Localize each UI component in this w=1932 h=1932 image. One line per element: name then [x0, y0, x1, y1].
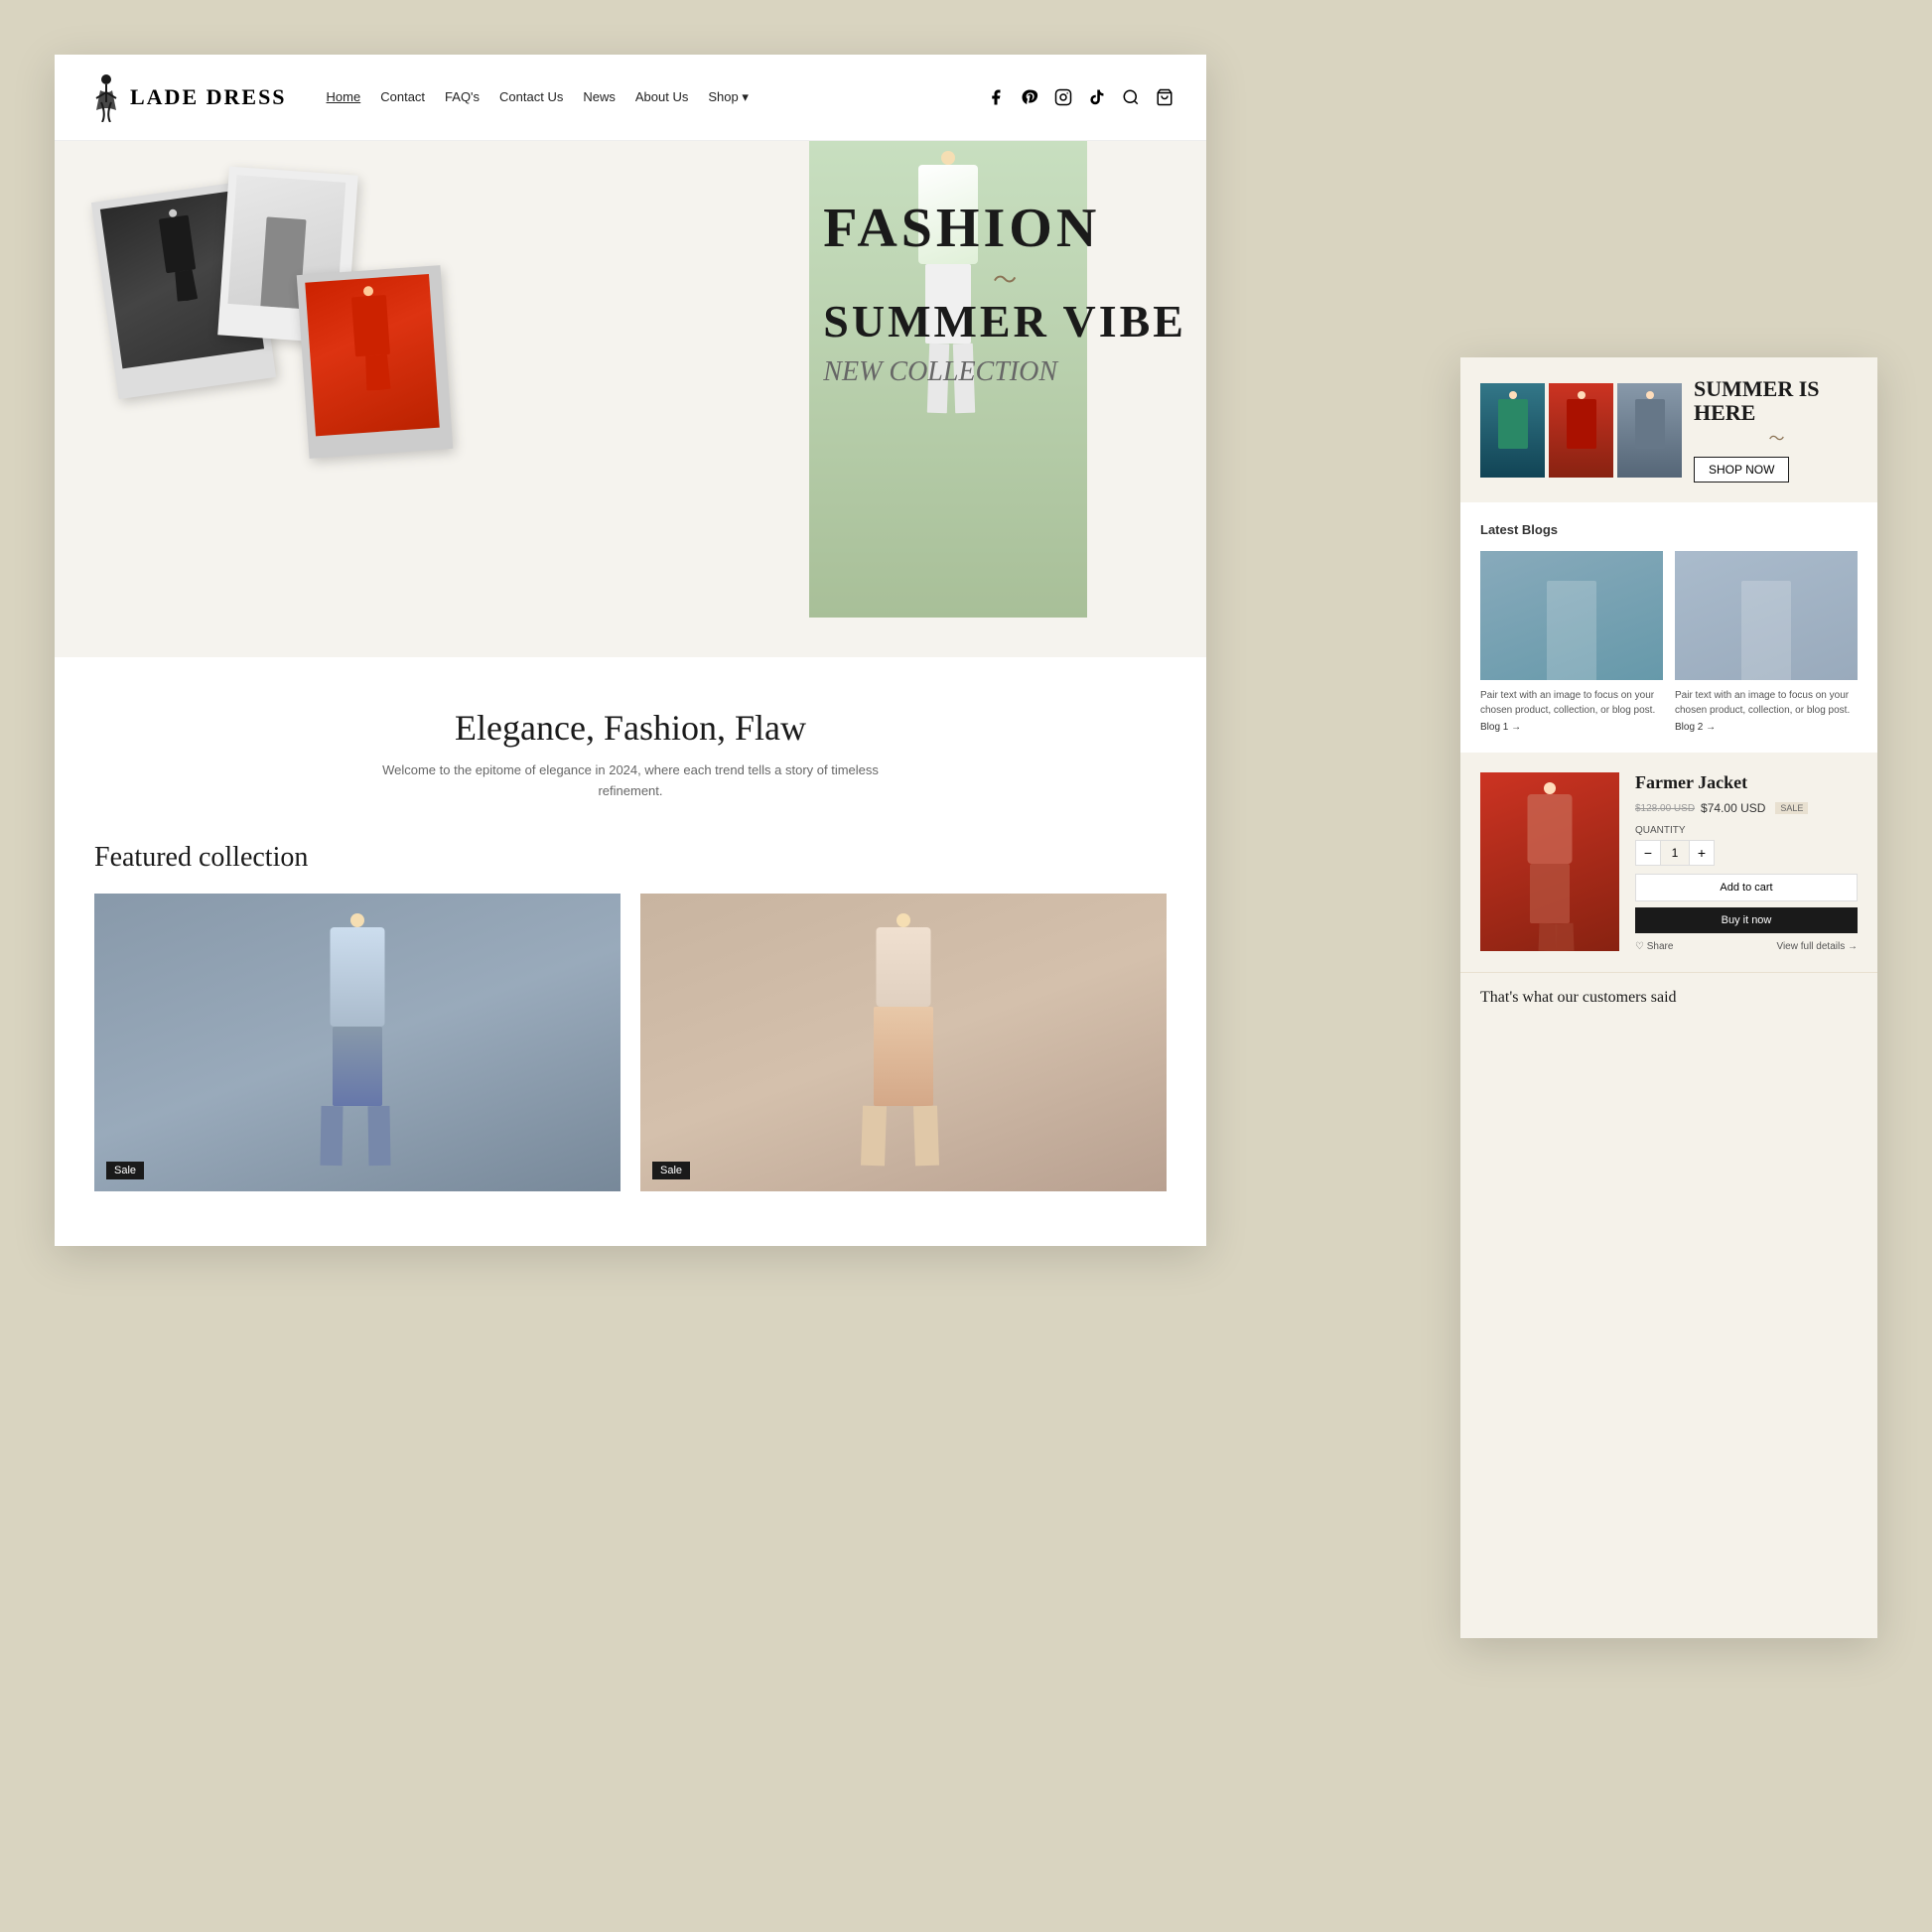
- qty-value: 1: [1660, 841, 1690, 865]
- blog-item-2[interactable]: Pair text with an image to focus on your…: [1675, 551, 1858, 733]
- logo-icon: [86, 72, 126, 122]
- nav-item-contact-us[interactable]: Contact Us: [499, 88, 563, 106]
- summer-thumb-3: [1617, 383, 1682, 478]
- summer-title: SUMMER IS HERE: [1694, 377, 1858, 425]
- summer-thumb-2: [1549, 383, 1613, 478]
- shop-dropdown-icon: ▾: [742, 89, 749, 104]
- blog-link-2[interactable]: Blog 2 →: [1675, 722, 1858, 733]
- featured-photo-2: [640, 894, 1167, 1191]
- jacket-section: Farmer Jacket $128.00 USD $74.00 USD SAL…: [1460, 753, 1877, 972]
- tiktok-icon[interactable]: [1087, 87, 1107, 107]
- summer-section: SUMMER IS HERE 〜 SHOP NOW: [1460, 357, 1877, 502]
- jacket-price-old: $128.00 USD: [1635, 803, 1695, 814]
- blogs-grid: Pair text with an image to focus on your…: [1480, 551, 1858, 733]
- nav-links: Home Contact FAQ's Contact Us News About…: [327, 88, 986, 106]
- summer-text-area: SUMMER IS HERE 〜 SHOP NOW: [1694, 377, 1858, 483]
- nav-item-news[interactable]: News: [583, 88, 616, 106]
- nav-item-contact[interactable]: Contact: [380, 88, 425, 106]
- hero-section: FASHION 〜 SUMMER VIBE NEW COLLECTION: [55, 141, 1206, 657]
- jacket-footer: ♡ Share View full details →: [1635, 941, 1858, 952]
- quantity-control: − 1 +: [1635, 840, 1715, 866]
- sale-badge-1: Sale: [106, 1162, 144, 1179]
- main-card: LADE DRESS Home Contact FAQ's Contact Us…: [55, 55, 1206, 1246]
- featured-grid: Sale Sale: [94, 894, 1167, 1191]
- qty-increase-button[interactable]: +: [1690, 841, 1714, 865]
- jacket-image: [1480, 772, 1619, 951]
- hero-divider: 〜: [823, 260, 1186, 295]
- nav-item-about[interactable]: About Us: [635, 88, 688, 106]
- blog-desc-1: Pair text with an image to focus on your…: [1480, 688, 1663, 718]
- cart-icon[interactable]: [1155, 87, 1174, 107]
- search-icon[interactable]: [1121, 87, 1141, 107]
- elegance-section: Elegance, Fashion, Flaw Welcome to the e…: [55, 657, 1206, 822]
- customers-section: That's what our customers said: [1460, 972, 1877, 1023]
- shop-now-button[interactable]: SHOP NOW: [1694, 457, 1789, 483]
- featured-title: Featured collection: [94, 842, 1167, 874]
- buy-now-button[interactable]: Buy it now: [1635, 907, 1858, 933]
- add-to-cart-button[interactable]: Add to cart: [1635, 874, 1858, 901]
- nav-link-home[interactable]: Home: [327, 89, 361, 104]
- nav-link-contact-us[interactable]: Contact Us: [499, 89, 563, 104]
- jacket-sale-badge: SALE: [1775, 802, 1808, 814]
- share-link[interactable]: ♡ Share: [1635, 941, 1673, 952]
- nav-link-about[interactable]: About Us: [635, 89, 688, 104]
- hero-text: FASHION 〜 SUMMER VIBE NEW COLLECTION: [823, 201, 1186, 388]
- blogs-section: Latest Blogs Pair text with an image to …: [1460, 502, 1877, 753]
- featured-item-2[interactable]: Sale: [640, 894, 1167, 1191]
- jacket-price-new: $74.00 USD: [1701, 801, 1765, 815]
- jacket-title: Farmer Jacket: [1635, 772, 1858, 793]
- nav-icons: [986, 87, 1174, 107]
- logo-area[interactable]: LADE DRESS: [86, 72, 287, 122]
- polaroid-container: [94, 171, 591, 647]
- pinterest-icon[interactable]: [1020, 87, 1039, 107]
- jacket-quantity-label: QUANTITY: [1635, 825, 1858, 836]
- customers-title: That's what our customers said: [1480, 989, 1858, 1007]
- hero-title-summer: SUMMER VIBE: [823, 299, 1186, 345]
- facebook-icon[interactable]: [986, 87, 1006, 107]
- nav-item-home[interactable]: Home: [327, 88, 361, 106]
- nav-item-shop[interactable]: Shop ▾: [708, 88, 749, 106]
- instagram-icon[interactable]: [1053, 87, 1073, 107]
- logo-text: LADE DRESS: [130, 84, 287, 110]
- blogs-title: Latest Blogs: [1480, 522, 1858, 537]
- right-card: SUMMER IS HERE 〜 SHOP NOW Latest Blogs P…: [1460, 357, 1877, 1638]
- view-details-link[interactable]: View full details →: [1776, 941, 1858, 952]
- qty-decrease-button[interactable]: −: [1636, 841, 1660, 865]
- nav-item-faqs[interactable]: FAQ's: [445, 88, 480, 106]
- jacket-info: Farmer Jacket $128.00 USD $74.00 USD SAL…: [1635, 772, 1858, 952]
- blog-desc-2: Pair text with an image to focus on your…: [1675, 688, 1858, 718]
- featured-photo-1: [94, 894, 621, 1191]
- blog-thumb-1: [1480, 551, 1663, 680]
- blog-link-1[interactable]: Blog 1 →: [1480, 722, 1663, 733]
- sale-badge-2: Sale: [652, 1162, 690, 1179]
- blog-item-1[interactable]: Pair text with an image to focus on your…: [1480, 551, 1663, 733]
- polaroid-3: [297, 265, 454, 459]
- navbar: LADE DRESS Home Contact FAQ's Contact Us…: [55, 55, 1206, 141]
- summer-thumbs: [1480, 383, 1682, 478]
- elegance-text: Welcome to the epitome of elegance in 20…: [382, 760, 879, 802]
- summer-wave-divider: 〜: [1694, 425, 1858, 449]
- featured-item-1[interactable]: Sale: [94, 894, 621, 1191]
- elegance-title: Elegance, Fashion, Flaw: [94, 707, 1167, 749]
- nav-link-contact[interactable]: Contact: [380, 89, 425, 104]
- hero-subtitle: NEW COLLECTION: [823, 356, 1186, 388]
- nav-link-shop[interactable]: Shop ▾: [708, 89, 749, 104]
- summer-thumb-1: [1480, 383, 1545, 478]
- nav-link-faqs[interactable]: FAQ's: [445, 89, 480, 104]
- featured-section: Featured collection Sale: [55, 822, 1206, 1211]
- blog-thumb-2: [1675, 551, 1858, 680]
- photo-red-suit: [305, 274, 440, 436]
- nav-link-news[interactable]: News: [583, 89, 616, 104]
- hero-title-fashion: FASHION: [823, 201, 1186, 256]
